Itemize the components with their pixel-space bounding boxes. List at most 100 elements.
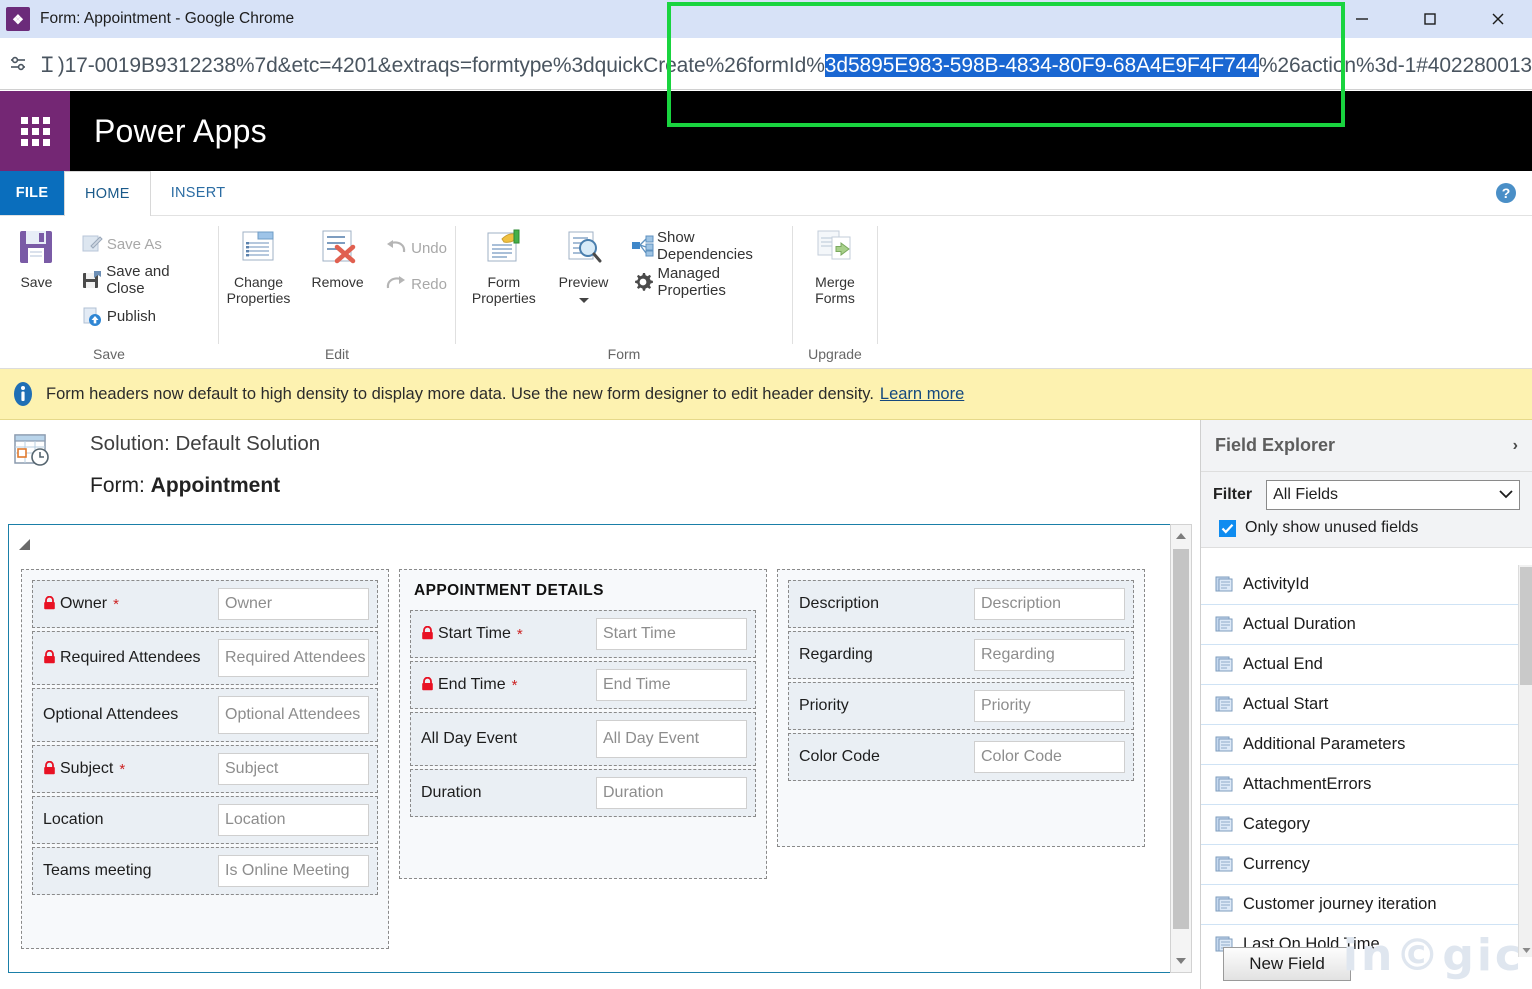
form-field-row[interactable]: Color CodeColor Code — [788, 733, 1134, 781]
chevron-down-icon[interactable] — [578, 291, 590, 307]
field-explorer-list[interactable]: ActivityIdActual Duration Actual End Actua… — [1201, 565, 1532, 957]
form-field-control[interactable]: Priority — [974, 690, 1125, 722]
field-explorer-item[interactable]: Category — [1201, 805, 1532, 845]
form-properties-button[interactable]: FormProperties — [464, 226, 544, 306]
tab-file[interactable]: FILE — [0, 171, 64, 215]
filter-select[interactable]: All Fields — [1266, 480, 1520, 510]
change-properties-icon — [236, 226, 282, 268]
field-list-scrollbar-thumb[interactable] — [1520, 567, 1532, 685]
save-as-label: Save As — [107, 236, 162, 253]
canvas-scrollbar-thumb[interactable] — [1173, 549, 1189, 929]
field-explorer-item[interactable]: Additional Parameters — [1201, 725, 1532, 765]
lock-icon — [421, 626, 434, 642]
section-title: APPOINTMENT DETAILS — [410, 580, 756, 610]
tab-home[interactable]: HOME — [64, 171, 151, 216]
only-unused-fields-checkbox[interactable] — [1219, 520, 1236, 537]
scroll-down-arrow-icon[interactable] — [1171, 950, 1191, 972]
form-field-control[interactable]: All Day Event — [596, 720, 747, 758]
field-explorer-item[interactable]: Actual Start — [1201, 685, 1532, 725]
form-field-label: Location — [43, 811, 104, 829]
form-field-row[interactable]: Required AttendeesRequired Attendees — [32, 631, 378, 685]
field-explorer-item[interactable]: Currency — [1201, 845, 1532, 885]
learn-more-link[interactable]: Learn more — [880, 385, 964, 403]
field-explorer-item[interactable]: Customer journey iteration — [1201, 885, 1532, 925]
favicon-glyph: ❖ — [12, 13, 24, 26]
field-explorer-item[interactable]: AttachmentErrors — [1201, 765, 1532, 805]
browser-address-bar[interactable]: Ｉ)17-0019B9312238%7d&etc=4201&extraqs=fo… — [0, 38, 1532, 90]
app-launcher-icon[interactable] — [0, 91, 70, 171]
site-settings-icon[interactable] — [0, 53, 37, 75]
form-field-control[interactable]: Optional Attendees — [218, 696, 369, 734]
url-prefix: Ｉ)17-0019B9312238%7d&etc=4201&extraqs=fo… — [37, 54, 825, 77]
merge-forms-button[interactable]: MergeForms — [793, 226, 877, 306]
collapse-panel-icon[interactable]: › — [1513, 437, 1518, 455]
maximize-button[interactable] — [1396, 0, 1464, 38]
field-explorer-scrollbar[interactable] — [1518, 565, 1532, 957]
required-asterisk-icon: * — [119, 761, 125, 778]
field-explorer-item[interactable]: Actual Duration — [1201, 605, 1532, 645]
form-field-label-cell: Description — [799, 595, 974, 613]
form-field-control[interactable]: Required Attendees — [218, 639, 369, 677]
field-explorer-item[interactable]: ActivityId — [1201, 565, 1532, 605]
form-field-row[interactable]: All Day EventAll Day Event — [410, 712, 756, 766]
form-field-control[interactable]: Subject — [218, 753, 369, 785]
tab-insert[interactable]: INSERT — [151, 171, 246, 215]
address-url-text[interactable]: Ｉ)17-0019B9312238%7d&etc=4201&extraqs=fo… — [37, 49, 1532, 79]
undo-button[interactable]: Undo — [381, 230, 455, 266]
form-field-control[interactable]: Color Code — [974, 741, 1125, 773]
help-icon[interactable]: ? — [1494, 181, 1518, 205]
save-as-button[interactable]: Save As — [77, 226, 218, 262]
field-explorer-item[interactable]: Actual End — [1201, 645, 1532, 685]
field-document-icon — [1215, 736, 1233, 753]
form-field-control[interactable]: Description — [974, 588, 1125, 620]
field-list-scroll-down-icon[interactable] — [1519, 943, 1532, 957]
form-field-control[interactable]: Duration — [596, 777, 747, 809]
preview-button[interactable]: Preview — [544, 226, 624, 307]
managed-properties-button[interactable]: Managed Properties — [629, 264, 792, 300]
field-explorer-title: Field Explorer — [1215, 435, 1513, 456]
browser-title-bar: ❖ Form: Appointment - Google Chrome — [0, 0, 1532, 38]
form-field-row[interactable]: Start Time*Start Time — [410, 610, 756, 658]
form-field-control[interactable]: End Time — [596, 669, 747, 701]
form-field-control[interactable]: Regarding — [974, 639, 1125, 671]
form-field-label-cell: Teams meeting — [43, 862, 218, 880]
column-three[interactable]: DescriptionDescriptionRegardingRegarding… — [777, 569, 1145, 847]
column-one[interactable]: Owner*OwnerRequired AttendeesRequired At… — [21, 569, 389, 949]
form-field-row[interactable]: Teams meetingIs Online Meeting — [32, 847, 378, 895]
form-field-row[interactable]: End Time*End Time — [410, 661, 756, 709]
canvas-resize-handle-icon[interactable] — [19, 539, 30, 550]
form-field-row[interactable]: DescriptionDescription — [788, 580, 1134, 628]
form-field-control[interactable]: Start Time — [596, 618, 747, 650]
field-explorer-item-label: Actual End — [1243, 655, 1323, 674]
save-and-close-button[interactable]: Save and Close — [77, 262, 218, 298]
filter-select-value: All Fields — [1273, 486, 1499, 504]
save-button[interactable]: Save — [6, 226, 67, 290]
form-field-control[interactable]: Location — [218, 804, 369, 836]
publish-button[interactable]: Publish — [77, 298, 218, 334]
ribbon-group-upgrade-label: Upgrade — [793, 346, 877, 368]
form-field-row[interactable]: Subject*Subject — [32, 745, 378, 793]
change-properties-button[interactable]: ChangeProperties — [219, 226, 298, 306]
publish-icon — [77, 305, 107, 327]
preview-icon — [561, 226, 607, 268]
minimize-button[interactable] — [1328, 0, 1396, 38]
form-field-row[interactable]: PriorityPriority — [788, 682, 1134, 730]
form-field-row[interactable]: Location Location — [32, 796, 378, 844]
form-field-row[interactable]: RegardingRegarding — [788, 631, 1134, 679]
redo-button[interactable]: Redo — [381, 266, 455, 302]
show-dependencies-button[interactable]: Show Dependencies — [629, 228, 792, 264]
scroll-up-arrow-icon[interactable] — [1171, 525, 1191, 547]
form-field-row[interactable]: DurationDuration — [410, 769, 756, 817]
remove-button[interactable]: Remove — [298, 226, 377, 290]
form-field-row[interactable]: Owner*Owner — [32, 580, 378, 628]
form-field-row[interactable]: Optional AttendeesOptional Attendees — [32, 688, 378, 742]
ribbon-tab-strip: FILE HOME INSERT ? — [0, 171, 1532, 216]
form-field-control[interactable]: Is Online Meeting — [218, 855, 369, 887]
column-two[interactable]: APPOINTMENT DETAILSStart Time*Start Time… — [399, 569, 767, 879]
field-document-icon — [1215, 656, 1233, 673]
form-field-control[interactable]: Owner — [218, 588, 369, 620]
form-design-canvas[interactable]: Owner*OwnerRequired AttendeesRequired At… — [8, 524, 1188, 973]
new-field-button[interactable]: New Field — [1223, 947, 1351, 981]
canvas-scrollbar[interactable] — [1170, 524, 1192, 973]
close-button[interactable] — [1464, 0, 1532, 38]
